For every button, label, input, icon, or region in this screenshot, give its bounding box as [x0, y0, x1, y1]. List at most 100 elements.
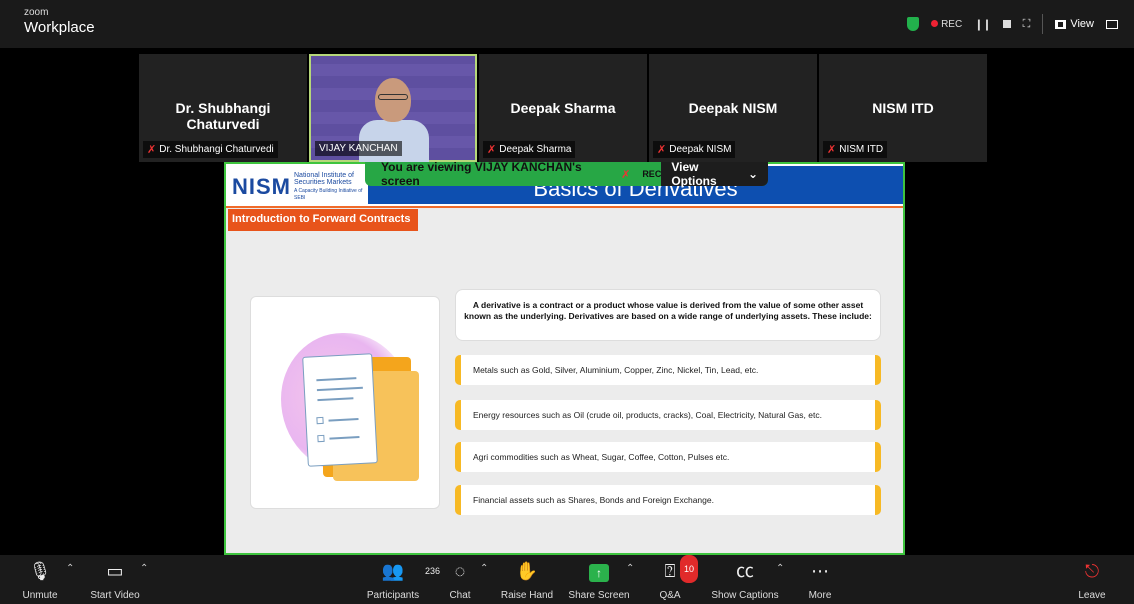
top-bar: zoom Workplace REC ❙❙ ⛶ View	[0, 0, 1134, 48]
shared-screen[interactable]: NISM National Institute of Securities Ma…	[224, 160, 905, 555]
rec-dot-icon	[931, 20, 939, 27]
leave-button[interactable]: ⎋ Leave	[1074, 558, 1110, 601]
logo-sub-text: National Institute of Securities Markets	[294, 172, 354, 187]
more-icon: ⋯	[811, 561, 829, 581]
unmute-label: Unmute	[22, 590, 58, 601]
participant-name-large: NISM ITD	[872, 100, 934, 116]
participants-label: Participants	[366, 590, 420, 601]
participant-label-text: Dr. Shubhangi Chaturvedi	[159, 144, 274, 155]
fullscreen-icon[interactable]: ⛶	[1023, 18, 1031, 31]
doc-line	[316, 386, 363, 392]
unmute-button[interactable]: 🎙 Unmute	[18, 558, 62, 601]
doc-line	[329, 436, 360, 440]
doc-line	[316, 377, 357, 382]
qa-icon: ⍰ 10	[654, 555, 698, 584]
participants-count: 236	[424, 566, 440, 576]
recording-indicator: REC	[931, 18, 962, 30]
raise-hand-label: Raise Hand	[500, 590, 554, 601]
show-captions-button[interactable]: ㏄ Show Captions	[708, 558, 782, 601]
video-off-icon: ▭	[106, 561, 124, 581]
mic-muted-icon: ✗	[487, 144, 497, 156]
captions-options-caret[interactable]: ⌃	[776, 563, 784, 574]
share-screen-label: Share Screen	[568, 590, 630, 601]
share-options-caret[interactable]: ⌃	[626, 563, 634, 574]
participant-label: ✗ Deepak NISM	[653, 141, 736, 158]
mic-off-icon: 🎙	[28, 561, 52, 581]
qa-label: Q&A	[659, 590, 681, 601]
grid-view-icon	[1055, 19, 1067, 29]
section-tag: Introduction to Forward Contracts	[228, 209, 418, 231]
participant-label-text: VIJAY KANCHAN	[319, 143, 398, 154]
qa-badge: 10	[679, 555, 698, 583]
participant-tile[interactable]: Dr. Shubhangi Chaturvedi ✗ Dr. Shubhangi …	[139, 54, 307, 162]
captions-icon: ㏄	[736, 561, 754, 581]
minimize-window-icon[interactable]	[1106, 19, 1118, 29]
checkbox-icon	[316, 416, 324, 425]
more-label: More	[808, 590, 832, 601]
brand-name: Workplace	[24, 19, 95, 36]
chat-icon: ◌	[454, 561, 466, 581]
share-screen-icon: ↑	[568, 558, 630, 584]
participant-tile-video[interactable]: VIJAY KANCHAN	[309, 54, 477, 162]
start-video-button[interactable]: ▭ Start Video	[86, 558, 144, 601]
participant-label-text: Deepak NISM	[669, 144, 732, 155]
rec-label: REC	[642, 169, 662, 179]
view-options-label: View Options	[671, 160, 717, 188]
person-head	[375, 78, 411, 122]
divider	[1042, 14, 1044, 34]
definition-box: A derivative is a contract or a product …	[455, 289, 881, 341]
video-options-caret[interactable]: ⌃	[140, 563, 148, 574]
participant-tile[interactable]: Deepak NISM ✗ Deepak NISM	[649, 54, 817, 162]
view-options-button[interactable]: View Options ⌄	[661, 160, 768, 188]
doc-line	[328, 418, 359, 422]
logo-tagline: A Capacity Building Initiative of SEBI	[294, 187, 363, 202]
audio-options-caret[interactable]: ⌃	[66, 563, 74, 574]
participant-name-large: Deepak Sharma	[510, 100, 616, 116]
app-brand: zoom Workplace	[24, 8, 95, 36]
more-button[interactable]: ⋯ More	[804, 558, 836, 601]
participants-button[interactable]: 👥 236 Participants	[362, 558, 440, 601]
raise-hand-button[interactable]: ✋ Raise Hand	[500, 558, 554, 601]
mic-muted-icon: ✗	[621, 168, 631, 181]
mic-muted-icon: ✗	[827, 144, 837, 156]
participant-label: ✗ Deepak Sharma	[483, 141, 576, 158]
meeting-toolbar: 🎙 Unmute ⌃ ▭ Start Video ⌃ 👥 236 Particip…	[0, 555, 1134, 604]
top-controls: REC ❙❙ ⛶ View	[907, 14, 1118, 34]
pause-recording-icon[interactable]: ❙❙	[974, 18, 991, 31]
viewing-banner: You are viewing VIJAY KANCHAN's screen ✗…	[365, 160, 768, 188]
person-glasses	[378, 94, 408, 100]
start-video-label: Start Video	[90, 590, 140, 601]
logo-subtitle: National Institute of Securities Markets…	[294, 172, 364, 201]
view-button[interactable]: View	[1055, 18, 1094, 30]
participant-label-text: Deepak Sharma	[499, 144, 572, 155]
participant-label: VIJAY KANCHAN	[315, 141, 402, 156]
checkbox-icon	[317, 434, 325, 443]
captions-label: Show Captions	[711, 590, 779, 601]
chat-label: Chat	[449, 590, 471, 601]
chat-options-caret[interactable]: ⌃	[480, 563, 488, 574]
logo-word: NISM	[232, 173, 291, 199]
list-item: Metals such as Gold, Silver, Aluminium, …	[455, 355, 881, 385]
raise-hand-icon: ✋	[515, 561, 539, 581]
chat-button[interactable]: ◌ Chat	[444, 558, 476, 601]
nism-logo: NISM National Institute of Securities Ma…	[232, 172, 364, 201]
document-icon	[302, 353, 378, 467]
doc-line	[317, 397, 354, 402]
participant-tile[interactable]: Deepak Sharma ✗ Deepak Sharma	[479, 54, 647, 162]
security-shield-icon[interactable]	[907, 17, 920, 31]
stop-recording-icon[interactable]	[1002, 20, 1011, 28]
qa-button[interactable]: ⍰ 10 Q&A	[654, 555, 698, 601]
share-screen-button[interactable]: ↑ Share Screen	[568, 558, 630, 601]
leave-icon: ⎋	[1084, 561, 1100, 581]
list-item: Energy resources such as Oil (crude oil,…	[455, 400, 881, 430]
participant-label: ✗ Dr. Shubhangi Chaturvedi	[143, 141, 278, 158]
mic-muted-icon: ✗	[657, 144, 667, 156]
participant-label-text: NISM ITD	[839, 144, 884, 155]
participant-tile[interactable]: NISM ITD ✗ NISM ITD	[819, 54, 987, 162]
viewing-text: You are viewing VIJAY KANCHAN's screen	[381, 160, 582, 188]
rec-label: REC	[941, 19, 963, 30]
leave-label: Leave	[1078, 590, 1106, 601]
people-icon: 👥 236	[362, 558, 440, 584]
illustration-card	[250, 296, 440, 509]
view-label: View	[1070, 18, 1094, 30]
